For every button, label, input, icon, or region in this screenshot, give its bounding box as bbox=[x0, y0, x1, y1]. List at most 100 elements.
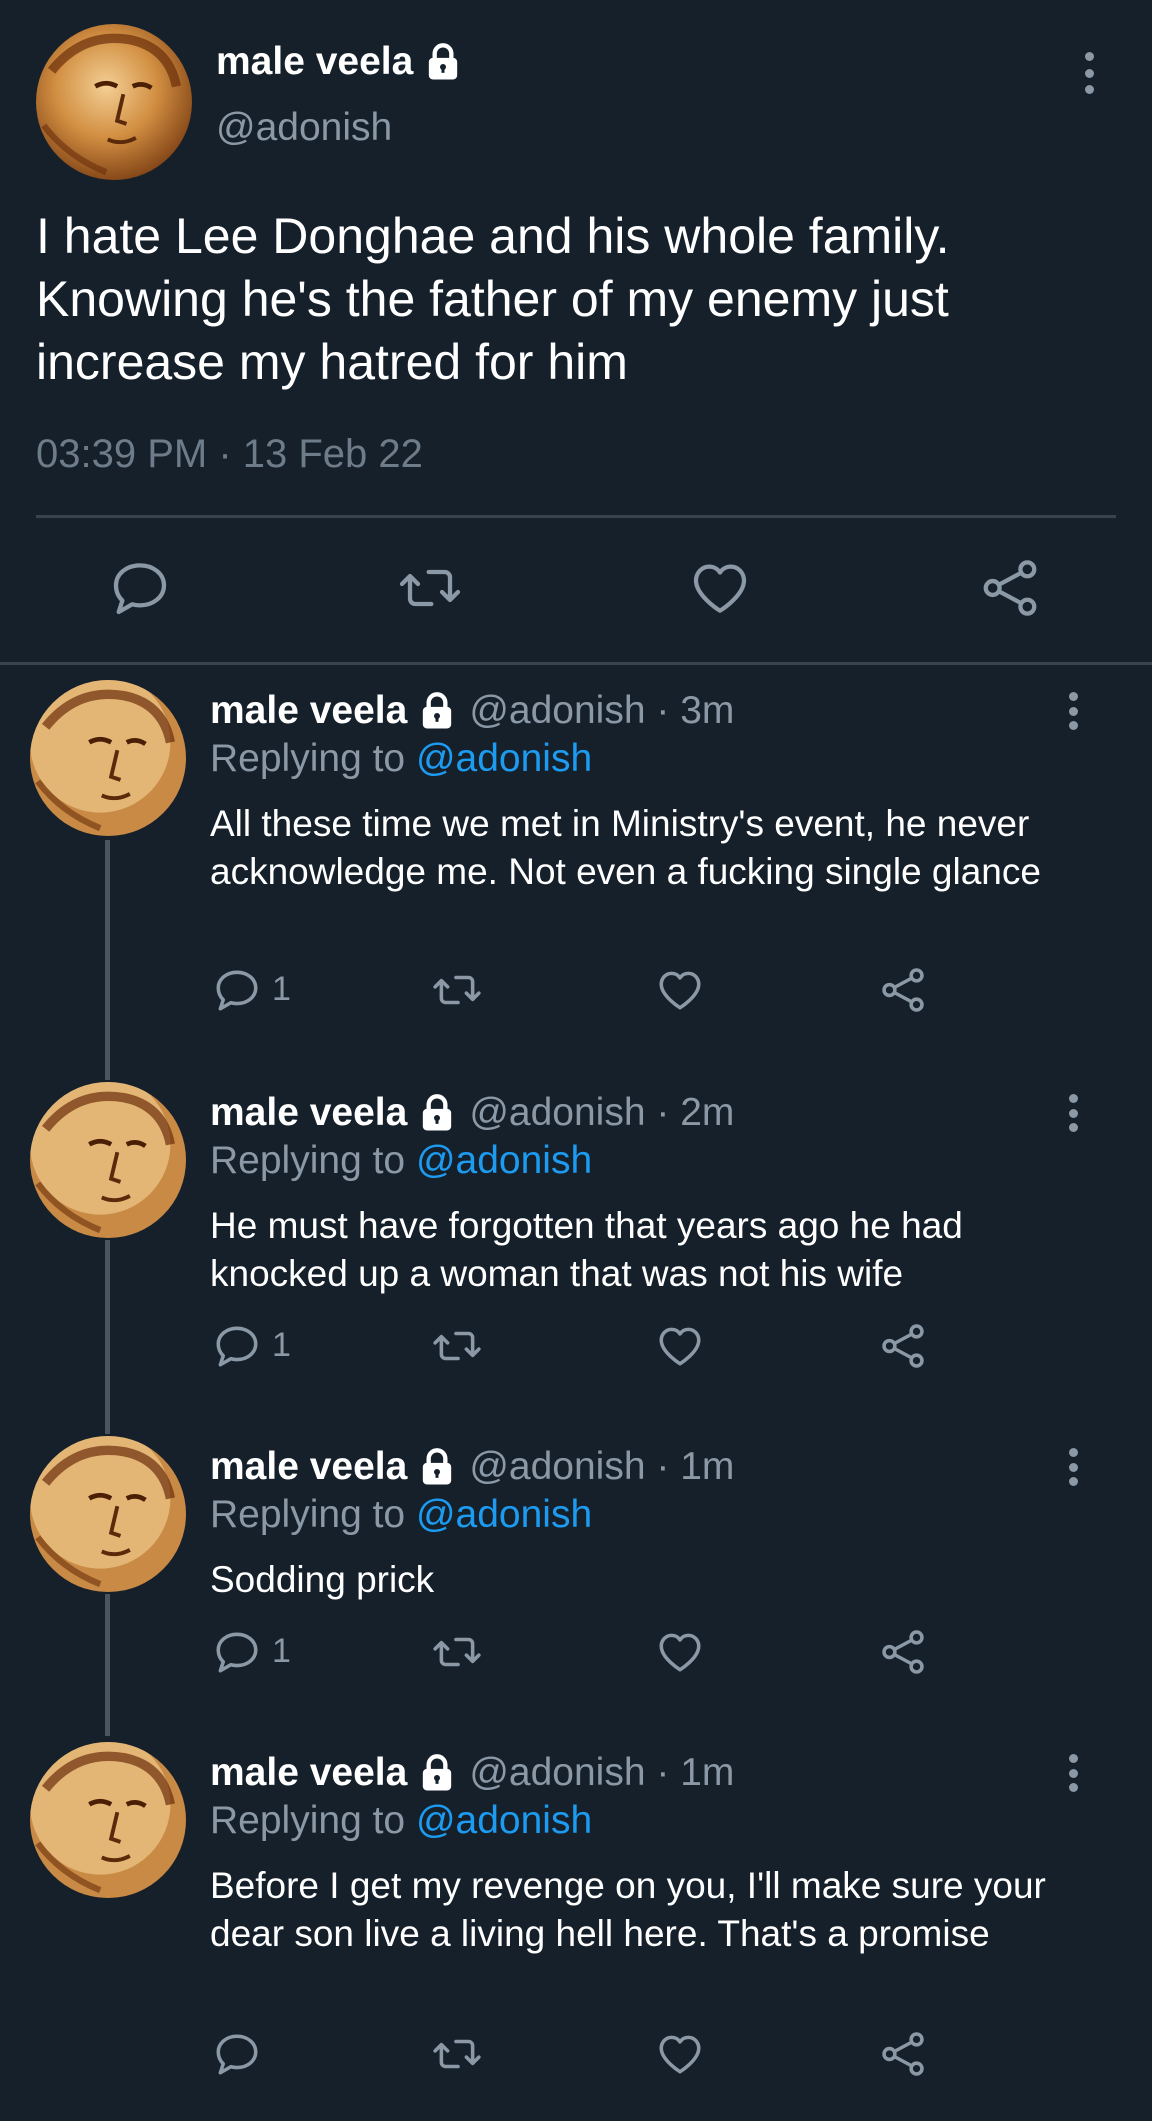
retweet-button[interactable] bbox=[432, 1321, 482, 1371]
mention-link[interactable]: @adonish bbox=[416, 1139, 592, 1182]
author-handle[interactable]: @adonish bbox=[216, 106, 392, 150]
retweet-icon bbox=[433, 1331, 481, 1361]
replying-to-label: Replying to bbox=[210, 1493, 416, 1536]
share-button[interactable] bbox=[878, 1321, 928, 1371]
comment-icon bbox=[216, 1632, 258, 1673]
reply-button[interactable] bbox=[212, 1627, 262, 1677]
like-button[interactable] bbox=[655, 965, 705, 1015]
more-vertical-icon[interactable] bbox=[1058, 1094, 1088, 1132]
retweet-button[interactable] bbox=[432, 1627, 482, 1677]
lock-icon bbox=[423, 1094, 452, 1131]
avatar[interactable] bbox=[30, 680, 186, 836]
share-icon bbox=[882, 2032, 924, 2076]
reply-button[interactable] bbox=[212, 1321, 262, 1371]
author-name[interactable]: male veela bbox=[216, 40, 463, 84]
author-handle[interactable]: @adonish · 2m bbox=[469, 1091, 734, 1135]
retweet-icon bbox=[433, 2039, 481, 2069]
comment-icon bbox=[216, 1326, 258, 1367]
reply-button[interactable] bbox=[212, 965, 262, 1015]
lock-icon bbox=[429, 43, 458, 80]
avatar[interactable] bbox=[30, 1742, 186, 1898]
mention-link[interactable]: @adonish bbox=[416, 737, 592, 780]
more-vertical-icon[interactable] bbox=[1058, 1754, 1088, 1792]
divider bbox=[36, 515, 1116, 518]
reply-text: Before I get my revenge on you, I'll mak… bbox=[210, 1865, 1046, 1954]
share-icon bbox=[882, 1324, 924, 1368]
avatar-image bbox=[30, 1436, 186, 1592]
retweet-button[interactable] bbox=[398, 556, 462, 620]
reply-text: All these time we met in Ministry's even… bbox=[210, 803, 1041, 892]
share-button[interactable] bbox=[878, 2029, 928, 2079]
heart-icon bbox=[659, 971, 701, 1010]
reply-header: male veela @adonish · 1m bbox=[210, 1445, 734, 1489]
reply-header: male veela @adonish · 3m bbox=[210, 689, 734, 733]
like-button[interactable] bbox=[688, 556, 752, 620]
share-icon bbox=[882, 968, 924, 1012]
replying-to: Replying to @adonish bbox=[210, 1139, 592, 1183]
more-vertical-icon[interactable] bbox=[1058, 1448, 1088, 1486]
lock-icon bbox=[423, 1448, 452, 1485]
share-icon bbox=[983, 560, 1037, 616]
more-vertical-icon[interactable] bbox=[1058, 692, 1088, 730]
lock-icon bbox=[423, 692, 452, 729]
avatar[interactable] bbox=[30, 1436, 186, 1592]
author-name-text[interactable]: male veela bbox=[216, 40, 413, 84]
author-handle[interactable]: @adonish · 1m bbox=[469, 1751, 734, 1795]
author-name[interactable]: male veela bbox=[210, 1445, 407, 1489]
like-button[interactable] bbox=[655, 1627, 705, 1677]
reply-count: 1 bbox=[272, 970, 291, 1008]
reply-header: male veela @adonish · 1m bbox=[210, 1751, 734, 1795]
replying-to-label: Replying to bbox=[210, 1139, 416, 1182]
share-button[interactable] bbox=[978, 556, 1042, 620]
author-name[interactable]: male veela bbox=[210, 1751, 407, 1795]
share-button[interactable] bbox=[878, 1627, 928, 1677]
comment-icon bbox=[216, 2034, 258, 2075]
author-handle[interactable]: @adonish · 1m bbox=[469, 1445, 734, 1489]
more-vertical-icon[interactable] bbox=[1074, 52, 1104, 94]
thread-line bbox=[105, 1594, 110, 1736]
heart-icon bbox=[659, 1327, 701, 1366]
reply-button[interactable] bbox=[212, 2029, 262, 2079]
heart-icon bbox=[659, 1633, 701, 1672]
retweet-icon bbox=[399, 569, 461, 607]
avatar[interactable] bbox=[30, 1082, 186, 1238]
reply-text: He must have forgotten that years ago he… bbox=[210, 1205, 963, 1294]
tweet-text: I hate Lee Donghae and his whole family.… bbox=[36, 208, 950, 390]
lock-icon bbox=[423, 1754, 452, 1791]
avatar-image bbox=[30, 1742, 186, 1898]
avatar-image bbox=[30, 1082, 186, 1238]
avatar-image bbox=[36, 24, 192, 180]
reply-text: Sodding prick bbox=[210, 1559, 435, 1600]
reply-count: 1 bbox=[272, 1632, 291, 1670]
comment-icon bbox=[216, 970, 258, 1011]
main-tweet: male veela @adonish I hate Lee Donghae a… bbox=[0, 0, 1152, 662]
retweet-button[interactable] bbox=[432, 2029, 482, 2079]
share-button[interactable] bbox=[878, 965, 928, 1015]
replying-to: Replying to @adonish bbox=[210, 1493, 592, 1537]
author-name[interactable]: male veela bbox=[210, 1091, 407, 1135]
replying-to-label: Replying to bbox=[210, 737, 416, 780]
comment-icon bbox=[113, 563, 167, 615]
like-button[interactable] bbox=[655, 1321, 705, 1371]
share-icon bbox=[882, 1630, 924, 1674]
replying-to-label: Replying to bbox=[210, 1799, 416, 1842]
author-name[interactable]: male veela bbox=[210, 689, 407, 733]
tweet-timestamp[interactable]: 03:39 PM · 13 Feb 22 bbox=[36, 432, 423, 477]
thread-line bbox=[105, 1240, 110, 1434]
divider bbox=[0, 662, 1152, 665]
author-handle[interactable]: @adonish · 3m bbox=[469, 689, 734, 733]
reply-header: male veela @adonish · 2m bbox=[210, 1091, 734, 1135]
retweet-button[interactable] bbox=[432, 965, 482, 1015]
avatar-image bbox=[30, 680, 186, 836]
avatar[interactable] bbox=[36, 24, 192, 180]
like-button[interactable] bbox=[655, 2029, 705, 2079]
retweet-icon bbox=[433, 975, 481, 1005]
reply-button[interactable] bbox=[108, 556, 172, 620]
reply-count: 1 bbox=[272, 1326, 291, 1364]
mention-link[interactable]: @adonish bbox=[416, 1799, 592, 1842]
replying-to: Replying to @adonish bbox=[210, 1799, 592, 1843]
replying-to: Replying to @adonish bbox=[210, 737, 592, 781]
heart-icon bbox=[659, 2035, 701, 2074]
heart-icon bbox=[693, 564, 747, 613]
mention-link[interactable]: @adonish bbox=[416, 1493, 592, 1536]
